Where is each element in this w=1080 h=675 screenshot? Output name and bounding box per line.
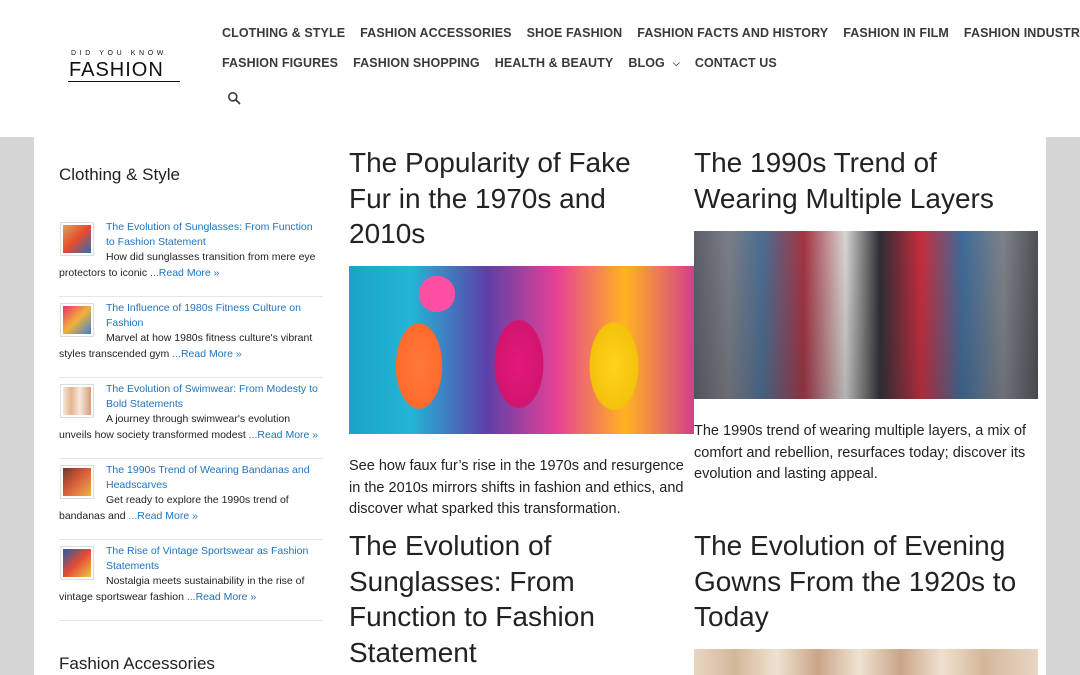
nav-fashion-industry[interactable]: FASHION INDUSTRY — [964, 26, 1080, 40]
site-logo[interactable]: DID YOU KNOW FASHION — [66, 50, 182, 86]
nav-fashion-accessories[interactable]: FASHION ACCESSORIES — [360, 26, 511, 40]
nav-blog-label: BLOG — [628, 56, 665, 70]
sidebar-post-link[interactable]: The Evolution of Swimwear: From Modesty … — [106, 382, 323, 412]
site-header: DID YOU KNOW FASHION CLOTHING & STYLE FAS… — [0, 0, 1080, 137]
sidebar-post-item: The Evolution of Swimwear: From Modesty … — [59, 378, 323, 459]
read-more-link[interactable]: ...Read More » — [150, 267, 219, 279]
sidebar-post-excerpt: Marvel at how 1980s fitness culture's vi… — [59, 332, 313, 360]
chevron-down-icon: ⌵ — [672, 58, 680, 68]
sidebar-post-link[interactable]: The Rise of Vintage Sportswear as Fashio… — [106, 544, 323, 574]
post-title[interactable]: The Popularity of Fake Fur in the 1970s … — [349, 145, 679, 252]
nav-contact-us[interactable]: CONTACT US — [695, 56, 777, 70]
sidebar-post-excerpt: How did sunglasses transition from mere … — [59, 251, 316, 279]
post-featured-image[interactable] — [349, 266, 694, 434]
sidebar-post-item: The Evolution of Sunglasses: From Functi… — [59, 216, 323, 297]
logo-wordmark: FASHION — [69, 59, 164, 81]
sidebar-post-excerpt: Get ready to explore the 1990s trend of … — [59, 494, 289, 522]
read-more-link[interactable]: ...Read More » — [172, 348, 241, 360]
nav-health-beauty[interactable]: HEALTH & BEAUTY — [495, 56, 614, 70]
post-card: The Evolution of Sunglasses: From Functi… — [349, 528, 679, 670]
nav-blog[interactable]: BLOG ⌵ — [628, 56, 679, 70]
read-more-link[interactable]: ...Read More » — [187, 591, 256, 603]
logo-tagline: DID YOU KNOW — [71, 50, 167, 57]
sidebar-post-excerpt: A journey through swimwear's evolution u… — [59, 413, 319, 441]
widget-title-clothing-style: Clothing & Style — [59, 165, 180, 184]
post-title[interactable]: The 1990s Trend of Wearing Multiple Laye… — [694, 145, 1034, 216]
post-card: The 1990s Trend of Wearing Multiple Laye… — [694, 145, 1034, 216]
post-excerpt: See how faux fur’s rise in the 1970s and… — [349, 458, 684, 517]
post-card: The Evolution of Evening Gowns From the … — [694, 528, 1039, 635]
nav-fashion-shopping[interactable]: FASHION SHOPPING — [353, 56, 480, 70]
logo-underline — [68, 81, 180, 82]
sidebar-post-link[interactable]: The Evolution of Sunglasses: From Functi… — [106, 220, 323, 250]
nav-row-2: FASHION FIGURES FASHION SHOPPING HEALTH & … — [222, 54, 792, 72]
read-more-link[interactable]: ...Read More » — [128, 510, 197, 522]
post-featured-image[interactable] — [694, 649, 1038, 675]
nav-shoe-fashion[interactable]: SHOE FASHION — [527, 26, 623, 40]
post-card: The Popularity of Fake Fur in the 1970s … — [349, 145, 679, 252]
sidebar-post-link[interactable]: The 1990s Trend of Wearing Bandanas and … — [106, 463, 323, 493]
nav-fashion-figures[interactable]: FASHION FIGURES — [222, 56, 338, 70]
sidebar-post-link[interactable]: The Influence of 1980s Fitness Culture o… — [106, 301, 323, 331]
post-title[interactable]: The Evolution of Sunglasses: From Functi… — [349, 528, 679, 670]
nav-fashion-in-film[interactable]: FASHION IN FILM — [843, 26, 949, 40]
widget-title-fashion-accessories: Fashion Accessories — [59, 654, 215, 673]
nav-row-1: CLOTHING & STYLE FASHION ACCESSORIES SHOE … — [222, 24, 1080, 42]
sidebar-post-excerpt: Nostalgia meets sustainability in the ri… — [59, 575, 305, 603]
content-area: Clothing & Style The Evolution of Sungla… — [34, 137, 1046, 675]
sidebar-post-item: The 1990s Trend of Wearing Bandanas and … — [59, 459, 323, 540]
read-more-link[interactable]: ...Read More » — [249, 429, 318, 441]
nav-fashion-facts-history[interactable]: FASHION FACTS AND HISTORY — [637, 26, 828, 40]
sidebar-post-item: The Rise of Vintage Sportswear as Fashio… — [59, 540, 323, 621]
post-title[interactable]: The Evolution of Evening Gowns From the … — [694, 528, 1039, 635]
nav-clothing-style[interactable]: CLOTHING & STYLE — [222, 26, 345, 40]
post-excerpt: The 1990s trend of wearing multiple laye… — [694, 423, 1027, 482]
post-featured-image[interactable] — [694, 231, 1038, 399]
sidebar-post-item: The Influence of 1980s Fitness Culture o… — [59, 297, 323, 378]
search-icon[interactable] — [227, 91, 241, 105]
